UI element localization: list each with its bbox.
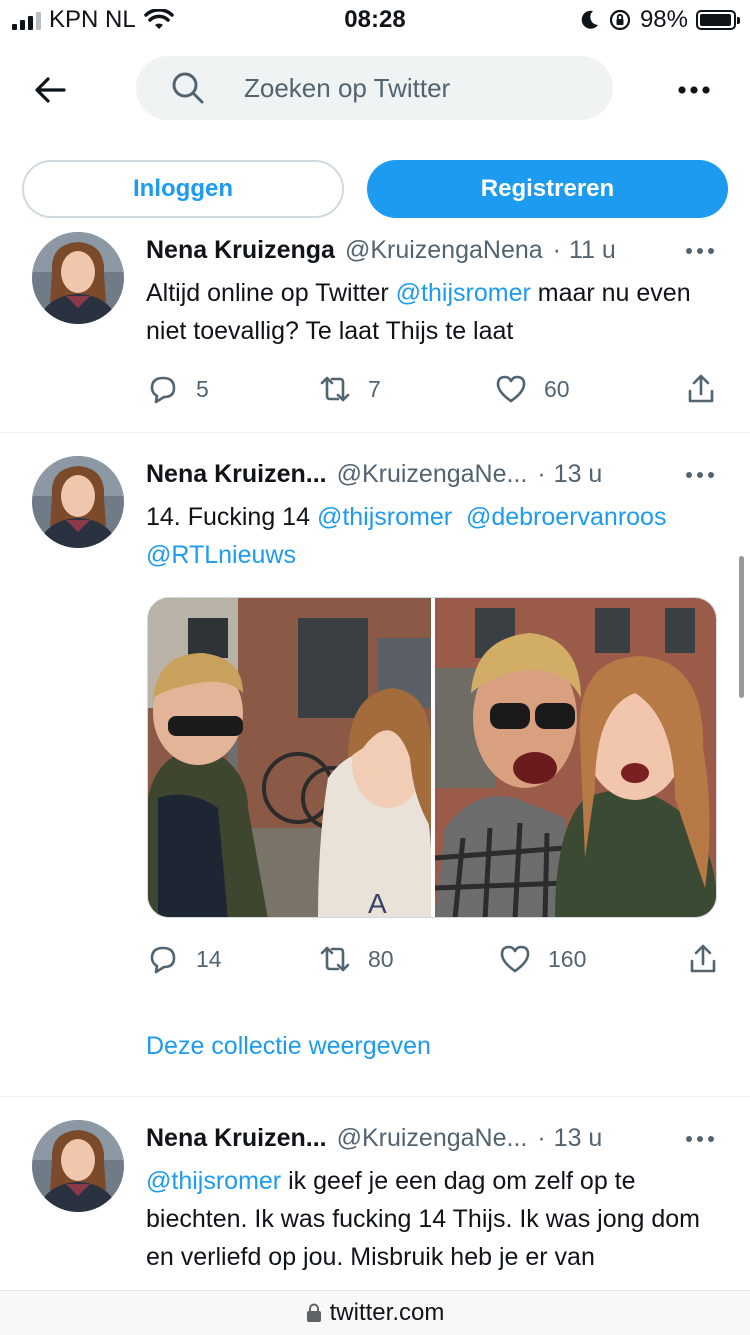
battery-level: [700, 14, 732, 26]
search-header: [0, 52, 750, 124]
orientation-lock-icon: [609, 9, 631, 31]
auth-buttons: Inloggen Registreren: [22, 160, 728, 218]
retweet-count: 7: [368, 375, 381, 402]
tweet-header: Nena Kruizen... @KruizengaNe... · 13 u: [146, 460, 720, 489]
search-icon: [172, 72, 204, 104]
tweet-time[interactable]: 13 u: [554, 460, 603, 489]
more-icon: [686, 472, 714, 478]
tweet-time[interactable]: 13 u: [554, 1124, 603, 1153]
author-name[interactable]: Nena Kruizen...: [146, 1124, 327, 1153]
author-handle[interactable]: @KruizengaNe...: [337, 460, 528, 489]
reply-count: 14: [196, 945, 222, 972]
tweet-actions: 14 80 160: [146, 942, 722, 982]
back-arrow-icon[interactable]: [30, 70, 70, 110]
tweet-actions: 5 7 60: [146, 372, 722, 412]
author-name[interactable]: Nena Kruizenga: [146, 236, 335, 265]
tweet-divider: [0, 432, 750, 433]
retweet-button[interactable]: 7: [318, 372, 381, 406]
retweet-icon: [320, 946, 350, 972]
search-bar[interactable]: [136, 56, 613, 120]
tweet-text: Altijd online op Twitter @thijsromer maa…: [146, 274, 726, 350]
tweet-media[interactable]: A: [147, 597, 717, 918]
reply-icon: [150, 946, 176, 974]
carrier-label: KPN NL: [49, 6, 136, 33]
more-options-button[interactable]: [666, 62, 722, 118]
author-name[interactable]: Nena Kruizen...: [146, 460, 327, 489]
tweet-header: Nena Kruizenga @KruizengaNena · 11 u: [146, 236, 720, 265]
url-domain: twitter.com: [329, 1299, 445, 1326]
like-count: 60: [544, 375, 570, 402]
browser-url-bar[interactable]: twitter.com: [0, 1290, 750, 1335]
tweet-text-part: 14. Fucking 14: [146, 503, 317, 531]
view-collection-link[interactable]: Deze collectie weergeven: [146, 1032, 431, 1061]
search-input[interactable]: [242, 71, 576, 105]
tweet-text: @thijsromer ik geef je een dag om zelf o…: [146, 1162, 726, 1286]
separator-dot: ·: [537, 1124, 546, 1152]
mention-link[interactable]: @thijsromer: [146, 1167, 281, 1195]
share-button[interactable]: [686, 942, 720, 976]
reply-button[interactable]: 14: [146, 942, 222, 976]
login-button[interactable]: Inloggen: [22, 160, 344, 218]
status-bar: KPN NL 08:28 98%: [0, 0, 750, 40]
retweet-count: 80: [368, 945, 394, 972]
photo-right[interactable]: [434, 598, 717, 918]
avatar[interactable]: [32, 232, 124, 324]
share-icon: [688, 374, 714, 403]
tweet-header: Nena Kruizen... @KruizengaNe... · 13 u: [146, 1124, 720, 1153]
tweet-text: 14. Fucking 14 @thijsromer @debroervanro…: [146, 498, 726, 574]
like-count: 160: [548, 945, 587, 972]
tweet-more-button[interactable]: [682, 460, 718, 490]
status-left: KPN NL: [12, 6, 174, 34]
tweet-divider: [0, 1096, 750, 1097]
more-icon: [686, 248, 714, 254]
reply-icon: [150, 376, 176, 404]
retweet-icon: [320, 376, 350, 402]
share-icon: [690, 944, 716, 973]
like-button[interactable]: 160: [498, 942, 586, 976]
more-icon: [678, 86, 710, 94]
tweet-photos: A: [148, 598, 717, 918]
photo-left[interactable]: A: [148, 598, 432, 918]
lock-icon: [306, 1303, 321, 1322]
mention-link[interactable]: @RTLnieuws: [146, 541, 296, 569]
avatar[interactable]: [32, 456, 124, 548]
mention-link[interactable]: @thijsromer: [396, 279, 531, 307]
reply-button[interactable]: 5: [146, 372, 209, 406]
like-icon: [496, 375, 526, 403]
separator-dot: ·: [552, 236, 561, 264]
signal-icon: [12, 10, 41, 30]
register-button[interactable]: Registreren: [367, 160, 728, 218]
tweet-more-button[interactable]: [682, 1124, 718, 1154]
wifi-icon: [143, 9, 174, 29]
scrollbar[interactable]: [739, 556, 744, 698]
moon-icon: [581, 10, 598, 29]
like-icon: [500, 945, 530, 973]
status-right: 98%: [580, 6, 740, 34]
separator-dot: ·: [537, 460, 546, 488]
retweet-button[interactable]: 80: [318, 942, 394, 976]
battery-icon: [696, 10, 740, 30]
share-button[interactable]: [684, 372, 718, 406]
tweet-text-part: Altijd online op Twitter: [146, 279, 396, 307]
tweet-time[interactable]: 11 u: [569, 236, 616, 265]
more-icon: [686, 1136, 714, 1142]
mention-link[interactable]: @debroervanroos: [466, 503, 667, 531]
svg-text:A: A: [368, 888, 387, 918]
reply-count: 5: [196, 375, 209, 402]
author-handle[interactable]: @KruizengaNena: [345, 236, 543, 265]
tweet-more-button[interactable]: [682, 236, 718, 266]
avatar[interactable]: [32, 1120, 124, 1212]
like-button[interactable]: 60: [494, 372, 570, 406]
battery-percentage: 98%: [639, 6, 688, 33]
mention-link[interactable]: @thijsromer: [317, 503, 452, 531]
author-handle[interactable]: @KruizengaNe...: [337, 1124, 528, 1153]
